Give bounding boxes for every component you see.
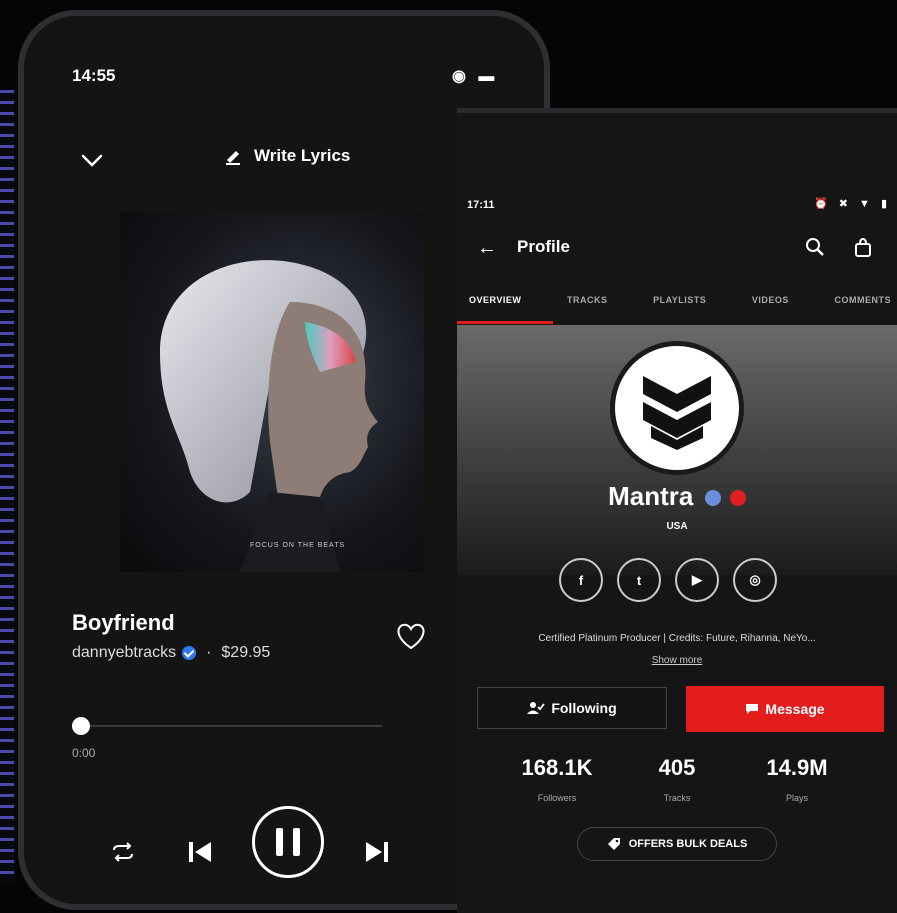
repeat-icon[interactable]: [110, 842, 136, 862]
profile-tabs: OVERVIEW TRACKS PLAYLISTS VIDEOS COMMENT…: [457, 287, 897, 325]
separator: ·: [206, 644, 212, 661]
album-cover: FOCUS ON THE BEATS: [120, 212, 424, 572]
tab-overview[interactable]: OVERVIEW: [469, 287, 521, 325]
previous-icon[interactable]: [187, 838, 213, 866]
show-more-link[interactable]: Show more: [457, 655, 897, 666]
next-icon[interactable]: [364, 838, 390, 866]
social-links: f t ▶ ◎: [559, 558, 777, 602]
stat-tracks[interactable]: 405 Tracks: [617, 755, 737, 803]
song-title: Boyfriend: [72, 610, 175, 635]
mantra-logo: [643, 376, 711, 450]
stat-label: Tracks: [663, 793, 691, 803]
verified-icon: [704, 490, 721, 507]
status-time: 17:11: [467, 199, 495, 211]
stat-label: Followers: [537, 793, 577, 803]
message-button[interactable]: Message: [686, 686, 884, 732]
tab-videos[interactable]: VIDEOS: [752, 287, 789, 325]
search-icon[interactable]: [805, 237, 825, 257]
tab-playlists[interactable]: PLAYLISTS: [653, 287, 706, 325]
bulk-deals-label: OFFERS BULK DEALS: [628, 838, 748, 850]
page-title: Profile: [517, 237, 570, 256]
background-stripes: [0, 90, 14, 882]
status-icons: ◉ ▬: [452, 68, 499, 85]
back-arrow-icon[interactable]: ←: [477, 237, 497, 260]
pause-bar-right: [293, 828, 300, 856]
following-button[interactable]: Following: [477, 687, 667, 729]
profile-bio: Certified Platinum Producer | Credits: F…: [538, 633, 816, 644]
profile-phone: 17:11 ⏰ ✖ ▼ ▮ ← Profile OVERVIEW TRACKS …: [457, 108, 897, 913]
profile-name-row: Mantra: [457, 481, 897, 512]
stat-value: 405: [658, 755, 696, 780]
user-check-icon: [527, 702, 546, 714]
seek-bar[interactable]: [82, 725, 382, 727]
status-icons: ⏰ ✖ ▼ ▮: [813, 198, 891, 210]
profile-stats: 168.1K Followers 405 Tracks 14.9M Plays: [497, 755, 857, 803]
stat-followers[interactable]: 168.1K Followers: [497, 755, 617, 803]
stat-label: Plays: [785, 793, 808, 803]
stat-value: 14.9M: [766, 755, 828, 780]
seek-knob[interactable]: [72, 717, 90, 735]
verified-icon: [182, 646, 197, 660]
write-lyrics-label: Write Lyrics: [254, 146, 351, 165]
profile-name: Mantra: [608, 481, 694, 511]
cover-art-portrait: [160, 260, 378, 572]
status-time: 14:55: [72, 66, 116, 85]
bulk-deals-badge[interactable]: OFFERS BULK DEALS: [577, 827, 777, 861]
youtube-icon[interactable]: ▶: [675, 558, 719, 602]
price[interactable]: $29.95: [221, 644, 270, 662]
chevron-down-icon[interactable]: [80, 148, 104, 172]
message-label: Message: [765, 701, 825, 717]
tab-tracks[interactable]: TRACKS: [567, 287, 608, 325]
pause-button[interactable]: [252, 806, 324, 878]
artist-name[interactable]: dannyebtracks: [72, 644, 176, 662]
avatar[interactable]: [610, 341, 744, 475]
cover-caption: FOCUS ON THE BEATS: [250, 542, 346, 549]
pencil-icon: [226, 151, 240, 165]
stat-plays[interactable]: 14.9M Plays: [737, 755, 857, 803]
stat-value: 168.1K: [521, 755, 593, 780]
facebook-icon[interactable]: f: [559, 558, 603, 602]
pro-badge-icon: [729, 490, 746, 507]
write-lyrics-button[interactable]: Write Lyrics: [224, 146, 350, 166]
pause-bar-left: [276, 828, 283, 856]
chat-bubble-icon: [746, 704, 759, 714]
tab-comments[interactable]: COMMENTS: [835, 287, 892, 325]
heart-icon[interactable]: [394, 621, 428, 651]
instagram-icon[interactable]: ◎: [733, 558, 777, 602]
shopping-bag-icon[interactable]: [853, 237, 873, 257]
following-label: Following: [551, 700, 617, 716]
tag-icon: [607, 838, 620, 850]
artist-row: dannyebtracks · $29.95: [72, 644, 270, 662]
elapsed-time: 0:00: [72, 746, 96, 760]
active-tab-indicator: [457, 321, 553, 324]
twitter-icon[interactable]: t: [617, 558, 661, 602]
profile-country: USA: [666, 521, 688, 532]
